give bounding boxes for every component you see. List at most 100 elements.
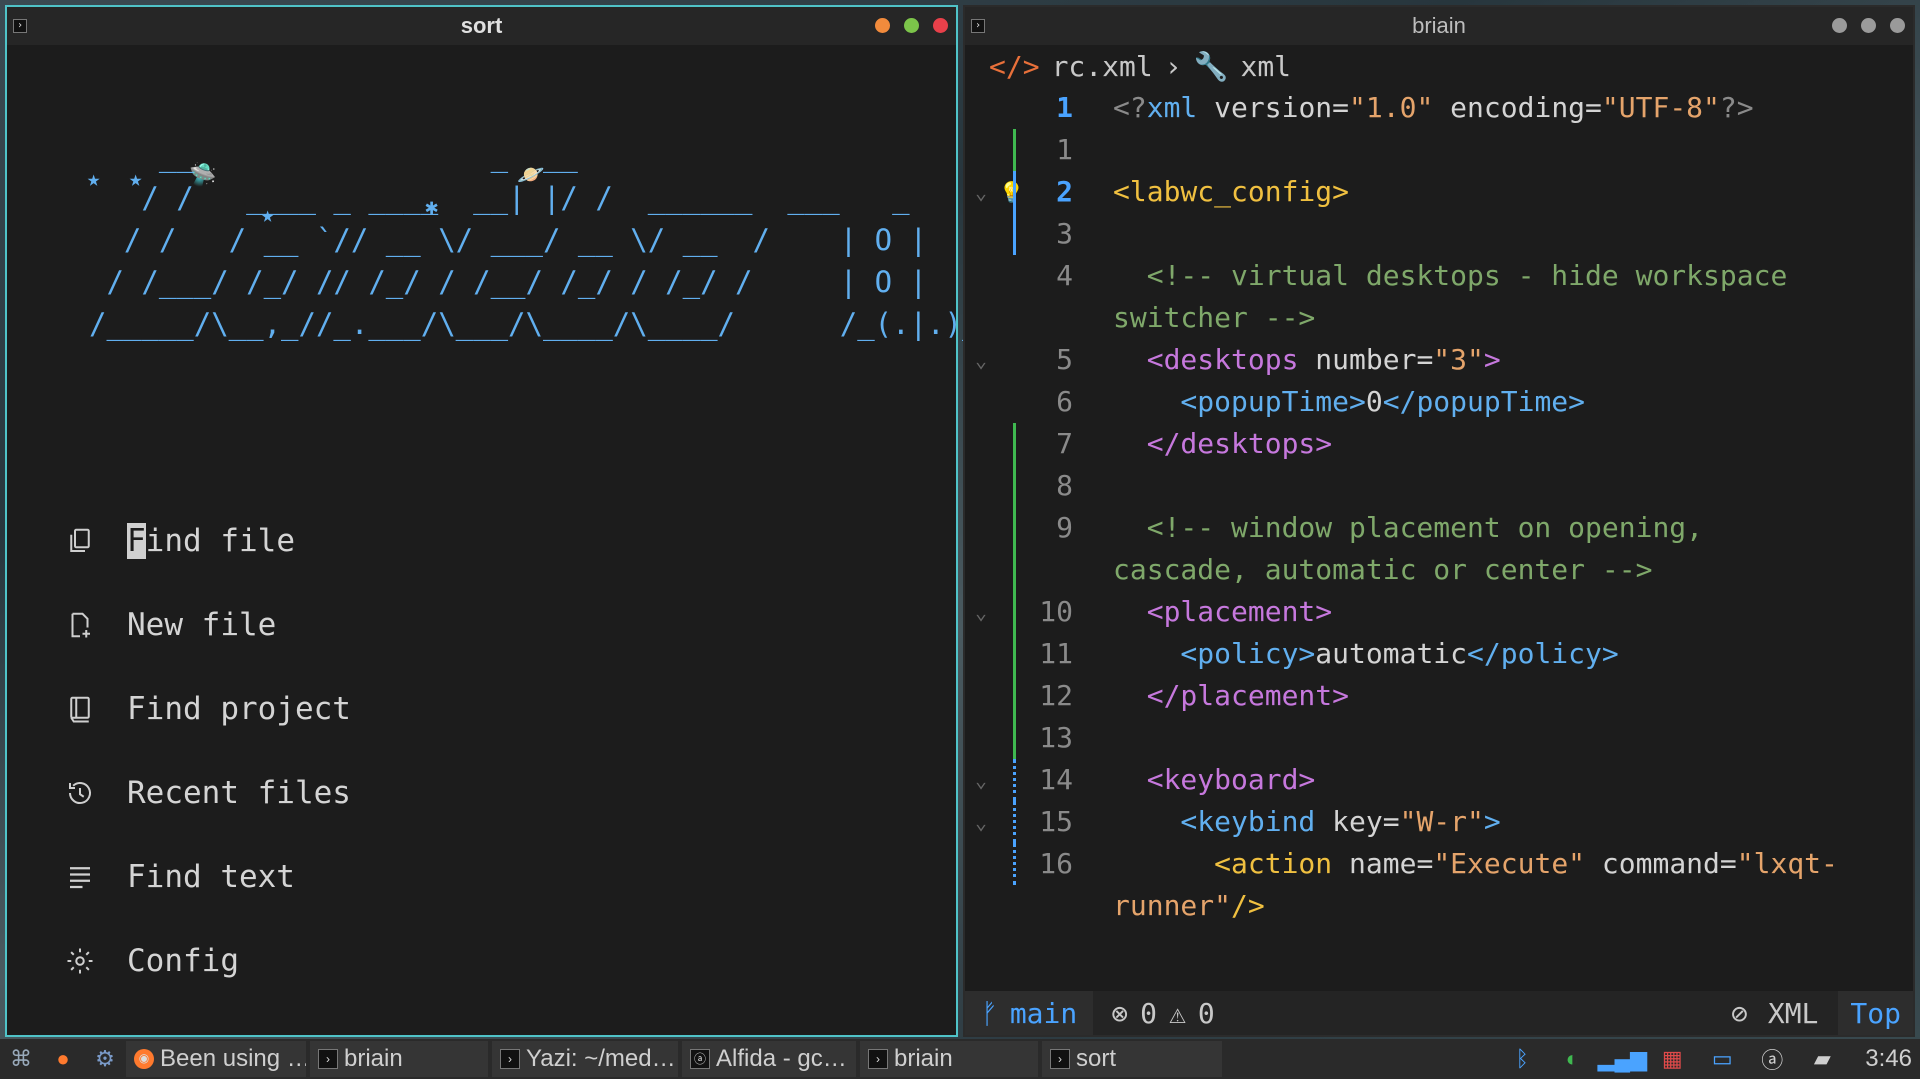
menu-find-project[interactable]: Find project [65,667,351,751]
code-line[interactable]: 8 [965,465,1913,507]
fold-chevron-icon[interactable]: ⌄ [975,339,987,381]
no-lsp-icon: ⊘ [1730,996,1748,1030]
menu-recent-files[interactable]: Recent files [65,751,351,835]
task-list: ◉ Been using … › briain › Yazi: ~/med… ⓐ Alfida… [126,1041,1226,1077]
network-icon[interactable]: ▂▄▆ [1598,1043,1647,1075]
code-token: </desktops> [1113,427,1333,460]
line-number: 1 [1056,91,1073,124]
code-line[interactable]: ⌄ 15 <keybind key="W-r"> [965,801,1913,843]
lightbulb-icon[interactable]: 💡 [999,171,1024,213]
drive-icon[interactable]: ▰ [1806,1043,1838,1075]
firefox-launcher-icon[interactable]: ● [47,1043,79,1075]
code-line[interactable]: 11 <policy>automatic</policy> [965,633,1913,675]
display-icon[interactable]: ▭ [1706,1043,1738,1075]
history-icon [69,782,91,805]
git-change-marker [1013,549,1016,591]
error-count: 0 [1140,996,1157,1030]
ascii-logo: __ _ __ / / ____ _ ____ __| |/ / ______ … [89,139,997,341]
line-number: 9 [1056,511,1073,544]
code-token: <action [1113,847,1333,880]
wrench-icon: 🔧 [1193,49,1229,83]
code-line[interactable]: runner"/> [965,885,1913,923]
minimize-button[interactable] [1832,18,1847,33]
branch-name: main [1009,996,1078,1030]
close-button[interactable] [933,18,948,33]
code-line[interactable]: 12 </placement> [965,675,1913,717]
code-token: xml [1146,91,1198,124]
line-number: 15 [1039,805,1073,838]
code-token: <policy> [1113,637,1316,670]
breadcrumb-symbol[interactable]: xml [1240,50,1291,83]
status-bar: ᚠ main ⊗ 0 ⚠ 0 ⊘ XML Top [965,991,1913,1035]
code-text: <?xml version="1.0" encoding="UTF-8"?> [1113,87,1754,129]
clock[interactable]: 3:46 [1865,1045,1912,1073]
code-line[interactable]: 9 <!-- window placement on opening, [965,507,1913,549]
menu-new-file[interactable]: New file [65,583,351,667]
code-token: switcher --> [1113,301,1316,334]
code-line[interactable]: switcher --> [965,297,1913,339]
menu-find-text[interactable]: Find text [65,835,351,919]
maximize-button[interactable] [904,18,919,33]
fold-chevron-icon[interactable]: ⌄ [975,591,987,633]
code-line[interactable]: 3 [965,213,1913,255]
update-icon[interactable]: ◐ [1556,1043,1588,1075]
code-line[interactable]: 4 <!-- virtual desktops - hide workspace [965,255,1913,297]
dashboard-window: › sort ★ ★ 🛸 ★ ✱ 🪐 __ _ __ / / ____ _ __… [5,5,997,1037]
diagnostics[interactable]: ⊗ 0 ⚠ 0 [1093,997,1214,1030]
code-line[interactable]: 1 [965,129,1913,171]
code-line[interactable]: cascade, automatic or center --> [965,549,1913,591]
alfida-tray-icon[interactable]: ⓐ [1756,1043,1788,1075]
code-line[interactable]: ⌄ 5 <desktops number="3"> [965,339,1913,381]
bluetooth-icon[interactable]: ᛒ [1506,1043,1538,1075]
taskbar-task[interactable]: › sort [1042,1041,1222,1077]
code-token: "3" [1433,343,1484,376]
fold-chevron-icon[interactable]: ⌄ [975,759,987,801]
taskbar-task[interactable]: › briain [310,1041,488,1077]
git-change-marker [1013,717,1016,759]
code-line[interactable]: 7 </desktops> [965,423,1913,465]
code-line[interactable]: 6 <popupTime>0</popupTime> [965,381,1913,423]
task-label: briain [344,1045,403,1072]
fold-chevron-icon[interactable]: ⌄ [975,171,987,213]
fold-chevron-icon[interactable]: ⌄ [975,801,987,843]
menu-config[interactable]: Config [65,919,351,1003]
code-line[interactable]: 1 <?xml version="1.0" encoding="UTF-8"?> [965,87,1913,129]
code-line[interactable]: 16 <action name="Execute" command="lxqt- [965,843,1913,885]
code-token: "lxqt- [1736,847,1838,880]
git-change-marker [1013,129,1016,171]
code-token: 0 [1365,385,1383,418]
window-titlebar[interactable]: › sort [7,7,956,45]
alfida-icon: ⓐ [690,1049,710,1069]
window-title: briain [1412,13,1466,38]
code-line[interactable]: ⌄ 💡 2 <labwc_config> [965,171,1913,213]
maximize-button[interactable] [1861,18,1876,33]
code-line[interactable]: ⌄ 10 <placement> [965,591,1913,633]
taskbar-task[interactable]: ◉ Been using … [126,1041,306,1077]
code-line[interactable]: ⌄ 14 <keyboard> [965,759,1913,801]
taskbar-task[interactable]: › briain [860,1041,1038,1077]
code-line[interactable]: 13 [965,717,1913,759]
chevron-right-icon: › [1164,49,1182,83]
taskbar-task[interactable]: ⓐ Alfida - gc… [682,1041,856,1077]
git-branch[interactable]: ᚠ main [965,991,1094,1035]
line-number: 7 [1056,427,1073,460]
close-button[interactable] [1890,18,1905,33]
dashboard: ★ ★ 🛸 ★ ✱ 🪐 __ _ __ / / ____ _ ____ __| … [7,45,997,1035]
settings-launcher-icon[interactable]: ⚙ [89,1043,121,1075]
filetype: XML [1767,996,1819,1030]
git-change-marker [1013,465,1016,507]
code-editor[interactable]: 1 <?xml version="1.0" encoding="UTF-8"?> 1… [965,87,1913,923]
new-file-icon [71,612,90,638]
breadcrumb-file[interactable]: rc.xml [1052,50,1153,83]
flag-icon[interactable]: ▦ [1656,1043,1688,1075]
terminal-icon: › [1050,1049,1070,1069]
menu-label: Find file [127,523,295,559]
code-token: <? [1113,91,1147,124]
minimize-button[interactable] [875,18,890,33]
code-token: <popupTime> [1113,385,1366,418]
menu-find-file[interactable]: Find file [65,499,351,583]
window-titlebar[interactable]: › briain [965,7,1913,45]
code-text: <action name="Execute" command="lxqt- [1113,843,1838,885]
taskbar-task[interactable]: › Yazi: ~/med… [492,1041,678,1077]
start-menu-icon[interactable]: ⌘ [5,1043,37,1075]
